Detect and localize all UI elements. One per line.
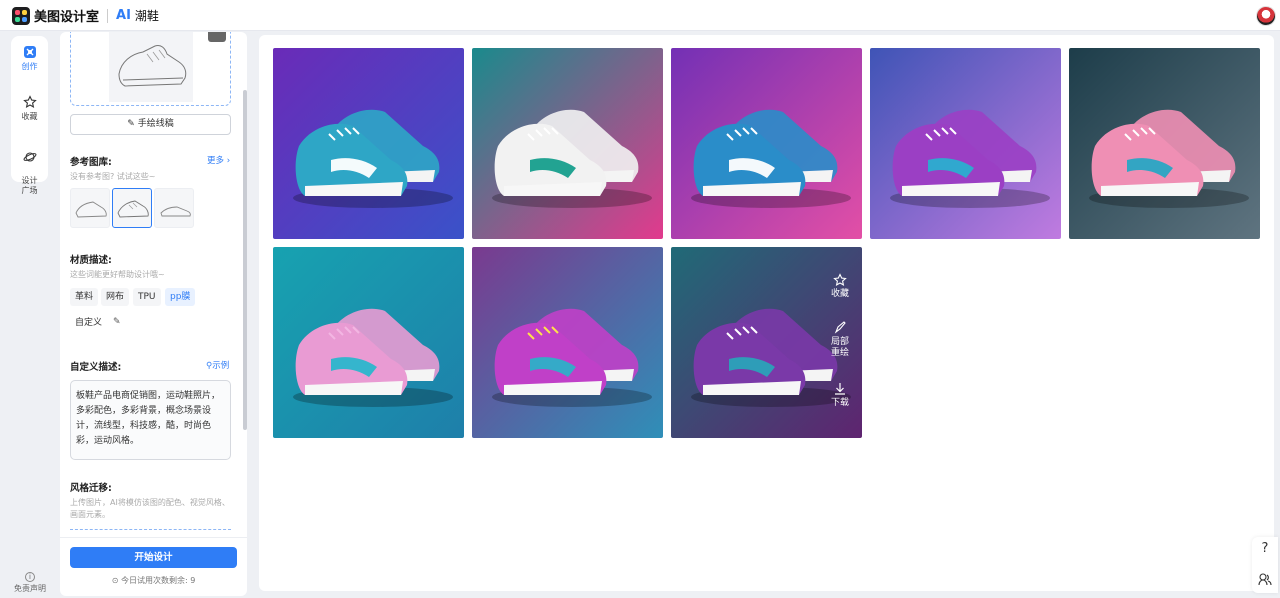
sneaker-image [870, 48, 1061, 239]
result-image-card[interactable]: 收藏 局部 重绘 下载 [671, 247, 862, 438]
create-icon [23, 46, 36, 58]
rail-label-design-square: 设计 广场 [21, 176, 38, 195]
sneaker-image [671, 48, 862, 239]
shoe-sketch-image [160, 206, 191, 217]
sneaker-image [472, 247, 663, 438]
material-chip-tpu[interactable]: TPU [133, 288, 161, 306]
reference-more-link[interactable]: 更多 › [207, 154, 230, 166]
result-image-card[interactable] [472, 247, 663, 438]
uploaded-sketch-thumbnail [109, 32, 193, 102]
rail-item-design-square[interactable]: 设计 广场 [11, 140, 48, 196]
result-image-card[interactable] [1069, 48, 1260, 239]
star-icon [22, 95, 37, 108]
sneaker-image [1069, 48, 1260, 239]
result-image-card[interactable] [273, 247, 464, 438]
material-chip-pp-film[interactable]: pp膜 [165, 288, 196, 306]
reference-thumbnail[interactable] [70, 188, 110, 228]
result-image-card[interactable] [472, 48, 663, 239]
chevron-right-icon: › [226, 156, 231, 166]
result-image-card[interactable] [870, 48, 1061, 239]
question-circle-icon: ⊙ [111, 576, 121, 585]
rail-label-favorites: 收藏 [21, 112, 38, 121]
sneaker-image [273, 48, 464, 239]
remaining-tries-label: 今日试用次数剩余: 9 [120, 576, 196, 585]
meitu-logo-icon [12, 6, 30, 25]
product-name: 潮鞋 [134, 9, 159, 23]
settings-panel: ✎ 手绘线稿 参考图库: 更多 › 没有参考图? 试试这些~ 材质描述: 这些词… [60, 32, 247, 596]
brand-divider [107, 8, 109, 23]
panel-footer-divider [60, 537, 247, 538]
planet-icon [23, 152, 36, 162]
download-action[interactable]: 下载 [818, 382, 862, 409]
star-icon [833, 273, 847, 286]
custom-desc-title: 自定义描述: [70, 362, 122, 373]
ai-tag: AI [116, 8, 131, 23]
reference-title: 参考图库: [70, 157, 112, 168]
disclaimer-link[interactable]: i 免责声明 [10, 572, 50, 594]
pen-icon: ✎ [127, 119, 138, 129]
results-area: 收藏 局部 重绘 下载 [259, 35, 1274, 591]
style-transfer-hint: 上传图片，AI将模仿该图的配色、视觉风格、画面元素。 [70, 498, 230, 519]
inpaint-action[interactable]: 局部 重绘 [818, 321, 862, 359]
result-image-card[interactable] [273, 48, 464, 239]
top-bar: 美图设计室 AI 潮鞋 [0, 0, 1280, 31]
custom-description-textarea[interactable]: 板鞋产品电商促销图，运动鞋照片，多彩配色，多彩背景，概念场景设计，流线型，科技感… [70, 380, 231, 460]
hand-drawn-sketch-button[interactable]: ✎ 手绘线稿 [70, 114, 231, 135]
image-hover-actions: 收藏 局部 重绘 下载 [818, 247, 862, 438]
material-chip-leather[interactable]: 革料 [70, 288, 99, 306]
favorite-label: 收藏 [830, 289, 849, 299]
hand-drawn-sketch-label: 手绘线稿 [137, 119, 174, 129]
sneaker-image [273, 247, 464, 438]
sneaker-image [472, 48, 663, 239]
rail-item-create[interactable]: 创作 [11, 45, 48, 72]
custom-chip-label: 自定义 [75, 318, 103, 328]
material-hint: 这些词能更好帮助设计哦~ [70, 270, 165, 279]
help-icon[interactable]: ? [1252, 541, 1278, 556]
rail-label-create: 创作 [21, 62, 38, 71]
example-link[interactable]: ⚲示例 [206, 359, 229, 371]
download-icon [835, 383, 845, 395]
brand[interactable]: 美图设计室 AI 潮鞋 [12, 6, 159, 25]
download-label: 下载 [830, 398, 849, 408]
material-chip-custom[interactable]: 自定义 [70, 314, 108, 332]
help-widget[interactable]: ? [1252, 537, 1278, 593]
inpaint-label: 局部 重绘 [830, 337, 849, 358]
reference-empty-hint: 没有参考图? 试试这些~ [70, 172, 156, 181]
left-rail: 创作 收藏 设计 广场 [11, 36, 48, 195]
shoe-sketch-image [117, 200, 149, 218]
rail-item-favorites[interactable]: 收藏 [11, 95, 48, 122]
style-upload-area[interactable] [70, 529, 231, 537]
shoe-sketch-image [118, 45, 187, 87]
sketch-upload-area[interactable] [70, 32, 231, 106]
material-chip-mesh[interactable]: 网布 [101, 288, 130, 306]
info-icon: i [25, 572, 35, 582]
edit-icon[interactable]: ✎ [113, 317, 121, 327]
example-label: 示例 [212, 361, 230, 371]
style-transfer-title: 风格迁移: [70, 483, 112, 494]
brush-icon [834, 321, 846, 334]
reference-thumbnail[interactable] [154, 188, 194, 228]
shoe-sketch-image [75, 201, 107, 218]
delete-icon[interactable] [208, 32, 226, 42]
start-design-button[interactable]: 开始设计 [70, 547, 237, 568]
material-title: 材质描述: [70, 255, 112, 266]
user-avatar[interactable] [1256, 6, 1276, 26]
more-label: 更多 [207, 156, 225, 166]
brand-name: 美图设计室 [34, 10, 100, 25]
remaining-tries: ⊙ 今日试用次数剩余: 9 [60, 575, 247, 586]
reference-thumbnail-selected[interactable] [112, 188, 152, 228]
result-image-card[interactable] [671, 48, 862, 239]
customer-service-icon[interactable] [1258, 572, 1272, 586]
panel-scrollbar[interactable] [243, 90, 247, 430]
favorite-action[interactable]: 收藏 [818, 273, 862, 300]
disclaimer-label: 免责声明 [14, 584, 46, 593]
